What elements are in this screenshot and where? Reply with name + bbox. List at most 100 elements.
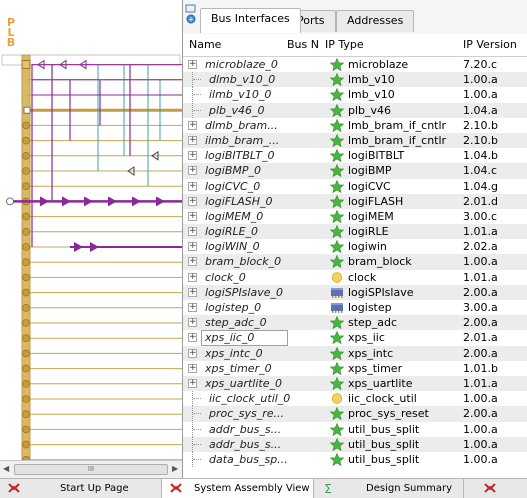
tab-addresses[interactable]: Addresses xyxy=(336,10,415,32)
expand-icon[interactable]: + xyxy=(188,378,197,388)
tree-branch xyxy=(193,458,201,460)
ip-version: 2.01.a xyxy=(463,331,498,345)
xilinx-icon xyxy=(170,483,182,493)
expand-icon[interactable]: + xyxy=(188,151,197,161)
instance-name: logiFLASH_0 xyxy=(205,194,273,208)
star-icon xyxy=(330,225,344,239)
bus-connector-dot xyxy=(22,410,30,419)
table-row[interactable]: + xps_uartlite_0 xps_uartlite 1.01.a xyxy=(183,375,527,392)
ip-version: 1.01.a xyxy=(463,225,498,239)
table-row[interactable]: + logiBMP_0 logiBMP 1.04.c xyxy=(183,163,527,179)
table-row[interactable]: + logiCVC_0 logiCVC 1.04.g xyxy=(183,179,527,194)
expand-icon[interactable]: + xyxy=(188,135,197,145)
star-icon xyxy=(330,346,344,360)
ip-version: 1.01.a xyxy=(463,376,498,390)
horizontal-scrollbar[interactable]: ◀ III ▶ xyxy=(0,460,182,478)
bus-connectivity-panel[interactable]: PLB ◀ III ▶ xyxy=(0,0,183,478)
expand-icon[interactable]: + xyxy=(188,242,197,252)
table-row[interactable]: + bram_block_0 bram_block 1.00.a xyxy=(183,254,527,270)
star-icon xyxy=(330,88,344,102)
tab-start-up-page[interactable]: Start Up Page xyxy=(0,479,162,498)
expand-icon[interactable]: + xyxy=(188,227,197,237)
ip-version: 3.00.c xyxy=(463,209,498,223)
star-icon xyxy=(330,376,344,390)
bus-connector-dot xyxy=(22,121,30,130)
tab-system-assembly-view[interactable]: System Assembly View xyxy=(162,479,314,498)
table-row[interactable]: dlmb_v10_0 lmb_v10 1.00.a xyxy=(183,72,527,88)
scroll-left-icon[interactable]: ◀ xyxy=(3,464,9,473)
table-row[interactable]: data_bus_sp... util_bus_split 1.00.a xyxy=(183,451,527,467)
column-ip-type-header[interactable]: IP Type xyxy=(325,38,364,51)
tab-design-summary[interactable]: Σ Design Summary xyxy=(314,479,464,498)
ip-type: xps_timer xyxy=(348,361,403,375)
instance-name: ilmb_bram_... xyxy=(205,133,280,147)
star-icon xyxy=(330,118,344,132)
ip-version: 1.00.a xyxy=(463,73,498,87)
ip-type: lmb_bram_if_cntlr xyxy=(348,118,447,132)
expand-icon[interactable]: + xyxy=(188,257,197,267)
star-icon xyxy=(330,179,344,193)
expand-icon[interactable]: + xyxy=(188,181,197,191)
table-row[interactable]: + logistep_0 logistep 3.00.a xyxy=(183,300,527,315)
scroll-thumb[interactable]: III xyxy=(14,464,168,475)
ip-type: proc_sys_reset xyxy=(348,407,429,421)
instance-name: logiSPIslave_0 xyxy=(205,285,283,299)
tab-extra[interactable] xyxy=(464,479,527,498)
table-row[interactable]: + xps_intc_0 xps_intc 2.00.a xyxy=(183,345,527,361)
table-row[interactable]: + logiBITBLT_0 logiBITBLT 1.04.b xyxy=(183,148,527,163)
table-row[interactable]: + logiRLE_0 logiRLE 1.01.a xyxy=(183,224,527,240)
scroll-right-icon[interactable]: ▶ xyxy=(172,464,178,473)
ip-version: 1.01.b xyxy=(463,361,498,375)
expand-icon[interactable]: + xyxy=(188,196,197,206)
table-row[interactable]: iic_clock_util_0 iic_clock_util 1.00.a xyxy=(183,391,527,407)
instance-name: xps_intc_0 xyxy=(205,346,263,360)
table-row[interactable]: ilmb_v10_0 lmb_v10 1.00.a xyxy=(183,87,527,103)
table-row[interactable]: + logiMEM_0 logiMEM 3.00.c xyxy=(183,209,527,224)
tab-bus-interfaces[interactable]: Bus Interfaces xyxy=(200,8,301,33)
expand-icon[interactable]: + xyxy=(188,120,197,130)
bus-connector-dot xyxy=(22,425,30,434)
table-row[interactable]: + logiWIN_0 logiwin 2.02.a xyxy=(183,239,527,254)
expand-icon[interactable]: + xyxy=(188,272,197,282)
ip-type: step_adc xyxy=(348,316,398,330)
table-row[interactable]: plb_v46_0 plb_v46 1.04.a xyxy=(183,102,527,118)
table-row[interactable]: + microblaze_0 microblaze 7.20.c xyxy=(183,57,527,72)
table-row[interactable]: + dlmb_bram... lmb_bram_if_cntlr 2.10.b xyxy=(183,118,527,133)
ip-type: xps_intc xyxy=(348,346,394,360)
table-row[interactable]: addr_bus_s... util_bus_split 1.00.a xyxy=(183,436,527,452)
bottom-tab-bar: Start Up Page System Assembly View Σ Des… xyxy=(0,478,527,498)
expand-icon[interactable]: + xyxy=(188,303,197,312)
filter-icon[interactable]: + xyxy=(185,4,197,24)
column-ip-version-header[interactable]: IP Version xyxy=(463,38,517,51)
table-row[interactable]: + logiFLASH_0 logiFLASH 2.01.d xyxy=(183,193,527,209)
table-row[interactable]: proc_sys_re... proc_sys_reset 2.00.a xyxy=(183,406,527,422)
expand-icon[interactable]: + xyxy=(188,166,197,176)
expand-icon[interactable]: + xyxy=(188,348,197,358)
table-row[interactable]: + logiSPIslave_0 logiSPIslave 2.00.a xyxy=(183,284,527,300)
ip-version: 1.01.a xyxy=(463,270,498,284)
table-row[interactable]: + xps_timer_0 xps_timer 1.01.b xyxy=(183,361,527,376)
bus-diagram[interactable] xyxy=(0,0,182,460)
ip-version: 7.20.c xyxy=(463,58,498,71)
ip-version: 2.01.d xyxy=(463,194,498,208)
ip-version: 2.00.a xyxy=(463,346,498,360)
table-row[interactable]: + step_adc_0 step_adc 2.00.a xyxy=(183,315,527,331)
table-row[interactable]: addr_bus_s... util_bus_split 1.00.a xyxy=(183,421,527,437)
arrow-icon xyxy=(108,196,117,207)
expand-icon[interactable]: + xyxy=(188,211,197,221)
column-name-header[interactable]: Name xyxy=(189,38,221,51)
expand-icon[interactable]: + xyxy=(188,60,197,69)
table-row[interactable]: + ilmb_bram_... lmb_bram_if_cntlr 2.10.b xyxy=(183,132,527,149)
column-bus-header[interactable]: Bus N xyxy=(287,38,319,51)
ip-type: logiSPIslave xyxy=(348,285,414,299)
expand-icon[interactable]: + xyxy=(188,363,197,373)
expand-icon[interactable]: + xyxy=(188,318,197,328)
expand-icon[interactable]: + xyxy=(188,287,197,297)
table-row[interactable]: + xps_iic_0 xps_iic 2.01.a xyxy=(183,330,527,347)
expand-icon[interactable]: + xyxy=(188,333,197,343)
circle-icon xyxy=(331,271,343,283)
bus-connector-dot xyxy=(22,228,30,236)
ip-type: util_bus_split xyxy=(348,452,420,466)
table-row[interactable]: + clock_0 clock 1.01.a xyxy=(183,270,527,285)
open-connector-icon xyxy=(6,197,14,206)
